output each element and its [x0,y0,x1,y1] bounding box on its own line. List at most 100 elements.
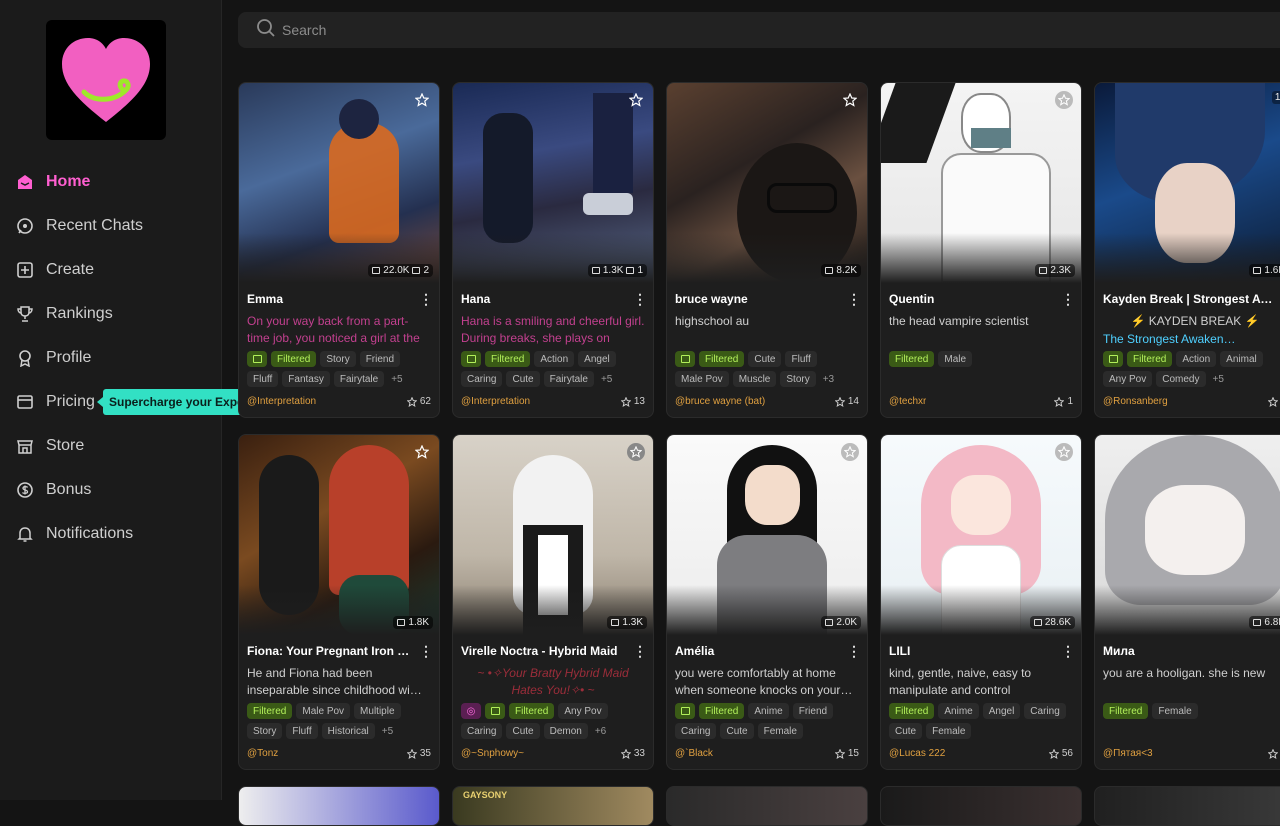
character-card[interactable]: GAYSONY [452,786,654,826]
tag[interactable]: Cute [720,723,754,739]
tag[interactable]: Anime [748,703,789,719]
tag[interactable]: Fluff [785,351,817,367]
tag[interactable]: Friend [792,703,834,719]
tag[interactable]: Story [780,371,816,387]
more-tags[interactable]: +3 [820,371,837,387]
card-author[interactable]: @Пятая<3 [1103,748,1153,759]
more-tags[interactable]: +5 [379,723,396,739]
tag[interactable]: Muscle [732,371,777,387]
tag[interactable]: Comedy [1156,371,1206,387]
star-icon[interactable] [841,443,859,461]
sidebar-item-home[interactable]: Home [0,160,222,204]
tag-filtered[interactable]: Filtered [889,351,935,367]
character-image[interactable]: 28.6K [881,435,1081,635]
tag-filtered[interactable]: Filtered [509,703,555,719]
tag[interactable]: Fantasy [282,371,330,387]
tag-filtered[interactable]: Filtered [271,351,317,367]
character-card[interactable]: 1.8K Fiona: Your Pregnant Iron Ro… ⋮ He a… [238,434,440,770]
tag-filtered[interactable]: Filtered [889,703,935,719]
character-card[interactable]: 8.2K bruce wayne ⋮ highschool au Filtered… [666,82,868,418]
tag[interactable]: Friend [359,351,401,367]
character-image[interactable]: 2.3K [881,83,1081,283]
tag[interactable]: Male Pov [675,371,729,387]
more-options-icon[interactable]: ⋮ [847,292,861,306]
tag[interactable]: Action [1176,351,1217,367]
more-options-icon[interactable]: ⋮ [847,644,861,658]
character-image[interactable]: 1.3K [453,435,653,635]
tag[interactable]: Any Pov [558,703,608,719]
tag[interactable]: Male [938,351,973,367]
more-options-icon[interactable]: ⋮ [1061,292,1075,306]
character-card[interactable] [880,786,1082,826]
tag[interactable]: Caring [461,723,503,739]
character-image[interactable]: 6.8K [1095,435,1280,635]
character-card[interactable] [238,786,440,826]
tag[interactable]: Male Pov [296,703,351,719]
tag[interactable]: Demon [543,723,588,739]
more-options-icon[interactable]: ⋮ [419,292,433,306]
more-options-icon[interactable]: ⋮ [1275,292,1280,306]
tag[interactable]: Cute [889,723,923,739]
tag[interactable]: Cute [748,351,782,367]
more-options-icon[interactable]: ⋮ [1061,644,1075,658]
card-author[interactable]: @Interpretation [247,396,316,407]
tag[interactable]: Caring [1024,703,1066,719]
tag[interactable]: Female [926,723,972,739]
sidebar-item-profile[interactable]: Profile [0,336,222,380]
character-image[interactable]: 8.2K [667,83,867,283]
search-bar[interactable] [238,12,1280,48]
tag[interactable]: Multiple [354,703,401,719]
character-card[interactable]: 2.0K Amélia ⋮ you were comfortably at hom… [666,434,868,770]
star-icon[interactable] [1055,443,1073,461]
tag[interactable]: Cute [506,723,540,739]
more-options-icon[interactable]: ⋮ [633,644,647,658]
tag[interactable]: Story [247,723,283,739]
tag[interactable]: Angel [982,703,1021,719]
tag-filtered[interactable]: Filtered [699,703,745,719]
tag-filtered[interactable]: Filtered [1127,351,1173,367]
search-input[interactable] [282,22,682,38]
app-logo[interactable] [46,20,166,140]
character-card[interactable]: 1.3K 1 Hana ⋮ Hana is a smiling and cheerf… [452,82,654,418]
tag[interactable]: Fairytale [543,371,594,387]
tag[interactable]: Female [757,723,803,739]
more-tags[interactable]: +5 [388,371,405,387]
star-icon[interactable] [413,91,431,109]
character-card[interactable] [1094,786,1280,826]
sidebar-item-recent-chats[interactable]: Recent Chats [0,204,222,248]
tag-filtered[interactable]: Filtered [485,351,531,367]
more-options-icon[interactable]: ⋮ [419,644,433,658]
more-options-icon[interactable]: ⋮ [1275,644,1280,658]
sidebar-item-rankings[interactable]: Rankings [0,292,222,336]
star-icon[interactable] [413,443,431,461]
star-icon[interactable] [1055,91,1073,109]
tag[interactable]: Action [534,351,575,367]
character-card[interactable] [666,786,868,826]
character-image[interactable]: 1.8K [239,435,439,635]
card-author[interactable]: @~Snphowy~ [461,748,524,759]
character-image[interactable]: 1.3K 1 [453,83,653,283]
more-tags[interactable]: +6 [592,723,609,739]
tag[interactable]: Caring [675,723,717,739]
more-options-icon[interactable]: ⋮ [633,292,647,306]
sidebar-item-notifications[interactable]: Notifications [0,512,222,556]
tag-filtered[interactable]: Filtered [699,351,745,367]
card-author[interactable]: @Interpretation [461,396,530,407]
star-icon[interactable] [627,91,645,109]
tag[interactable]: Fairytale [333,371,385,387]
character-card[interactable]: 2.3K Quentin ⋮ the head vampire scientist… [880,82,1082,418]
tag[interactable]: Fluff [247,371,279,387]
sidebar-item-store[interactable]: Store [0,424,222,468]
star-icon[interactable] [841,91,859,109]
tag[interactable]: Caring [461,371,503,387]
card-author[interactable]: @`Black [675,748,713,759]
tag[interactable]: Story [320,351,356,367]
tag[interactable]: Cute [506,371,540,387]
tag[interactable]: Any Pov [1103,371,1153,387]
character-card[interactable]: 6.8K Мила ⋮ you are a hooligan. she is ne… [1094,434,1280,770]
tag[interactable]: Anime [938,703,979,719]
more-tags[interactable]: +5 [1210,371,1227,387]
star-icon[interactable] [627,443,645,461]
card-author[interactable]: @bruce wayne (bat) [675,396,765,407]
sidebar-item-bonus[interactable]: Bonus [0,468,222,512]
